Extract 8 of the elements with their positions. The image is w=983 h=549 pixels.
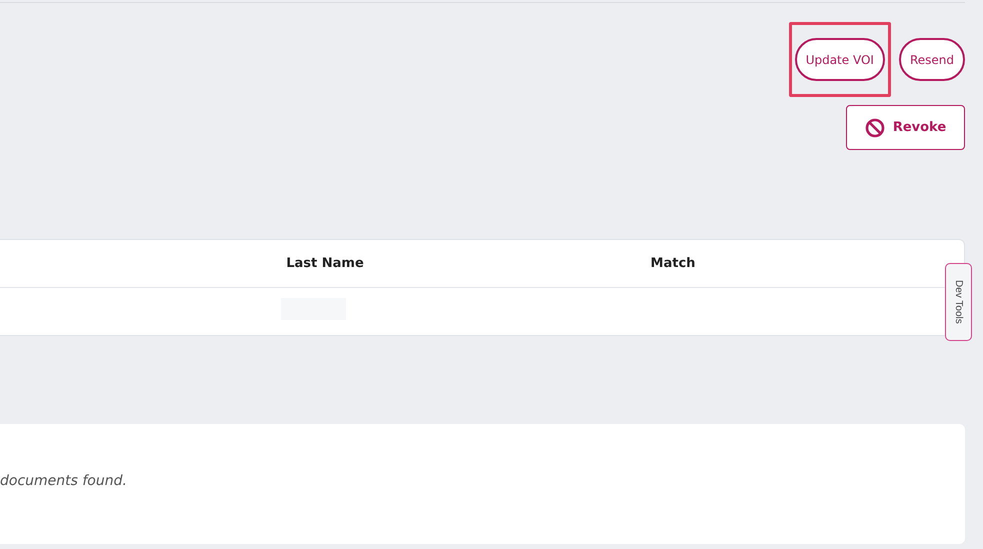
empty-message: documents found. [0, 473, 127, 489]
revoke-button[interactable]: Revoke [846, 105, 965, 150]
dev-tools-tab[interactable]: Dev Tools [945, 263, 972, 341]
prohibited-icon [864, 118, 885, 138]
column-header: Match [650, 256, 696, 271]
update-button[interactable]: Update VOI [794, 38, 885, 81]
column-header: Last Name [285, 256, 365, 271]
resend-button[interactable]: Resend [898, 38, 965, 81]
